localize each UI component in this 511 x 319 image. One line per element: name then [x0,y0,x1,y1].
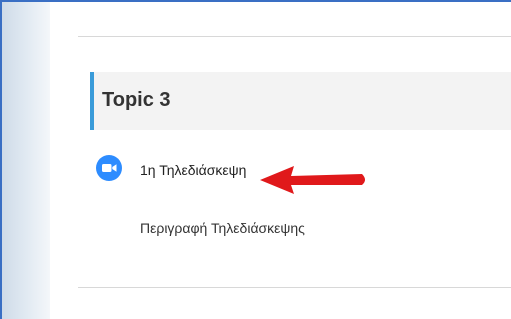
divider-top [78,36,511,37]
topic-section-header: Topic 3 [90,72,511,130]
zoom-video-icon[interactable] [96,155,122,181]
divider-bottom [78,287,511,288]
red-arrow-icon [260,166,365,194]
topic-title: Topic 3 [102,89,171,111]
activity-link[interactable]: 1η Τηλεδιάσκεψη [140,162,246,178]
activity-description: Περιγραφή Τηλεδιάσκεψης [140,220,305,236]
left-panel [2,2,50,319]
